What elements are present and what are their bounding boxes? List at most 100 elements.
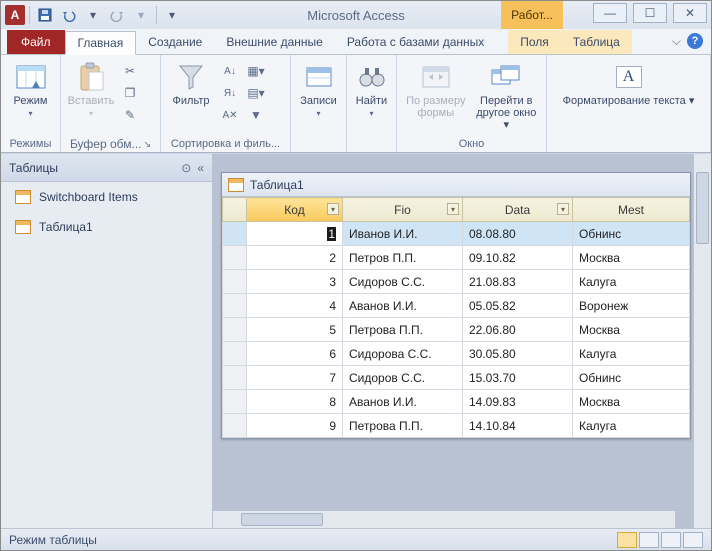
cell-id[interactable]: 3 xyxy=(247,270,343,294)
table-row[interactable]: 7Сидоров С.С.15.03.70Обнинс xyxy=(223,366,690,390)
design-view-shortcut[interactable] xyxy=(683,532,703,548)
tab-fields[interactable]: Поля xyxy=(508,30,561,54)
switch-windows-button[interactable]: Перейти в другое окно ▾ xyxy=(473,57,540,131)
paste-button[interactable]: Вставить ▾ xyxy=(67,57,115,118)
table-row[interactable]: 3Сидоров С.С.21.08.83Калуга xyxy=(223,270,690,294)
minimize-ribbon-icon[interactable]: ⌵ xyxy=(672,34,681,49)
table-row[interactable]: 9Петрова П.П.14.10.84Калуга xyxy=(223,414,690,438)
cell-mesto[interactable]: Москва xyxy=(573,246,690,270)
copy-icon[interactable]: ❐ xyxy=(119,83,141,103)
cell-fio[interactable]: Аванов И.И. xyxy=(343,390,463,414)
nav-item[interactable]: Таблица1 xyxy=(1,212,212,242)
cell-id[interactable]: 6 xyxy=(247,342,343,366)
cell-data[interactable]: 15.03.70 xyxy=(463,366,573,390)
cell-mesto[interactable]: Москва xyxy=(573,390,690,414)
format-painter-icon[interactable]: ✎ xyxy=(119,105,141,125)
cell-id[interactable]: 7 xyxy=(247,366,343,390)
select-all-corner[interactable] xyxy=(223,198,247,222)
filter-button[interactable]: Фильтр xyxy=(167,57,215,107)
cell-fio[interactable]: Петрова П.П. xyxy=(343,318,463,342)
cell-data[interactable]: 22.06.80 xyxy=(463,318,573,342)
chart-view-shortcut[interactable] xyxy=(661,532,681,548)
cell-mesto[interactable]: Калуга xyxy=(573,414,690,438)
table-row[interactable]: 2Петров П.П.09.10.82Москва xyxy=(223,246,690,270)
nav-filter-dropdown-icon[interactable]: ⊙ xyxy=(181,161,191,175)
column-dropdown-icon[interactable]: ▾ xyxy=(327,203,339,215)
cell-fio[interactable]: Сидоров С.С. xyxy=(343,366,463,390)
save-icon[interactable] xyxy=(34,4,56,26)
row-selector[interactable] xyxy=(223,246,247,270)
cell-id[interactable]: 5 xyxy=(247,318,343,342)
tab-external-data[interactable]: Внешние данные xyxy=(214,30,335,54)
selection-filter-icon[interactable]: ▦▾ xyxy=(245,61,267,81)
cell-data[interactable]: 09.10.82 xyxy=(463,246,573,270)
text-formatting-button[interactable]: A Форматирование текста ▾ xyxy=(553,57,704,107)
tab-table[interactable]: Таблица xyxy=(561,30,632,54)
row-selector[interactable] xyxy=(223,366,247,390)
cell-mesto[interactable]: Калуга xyxy=(573,270,690,294)
dropdown-icon[interactable]: ▾ xyxy=(82,4,104,26)
cell-fio[interactable]: Сидорова С.С. xyxy=(343,342,463,366)
cell-fio[interactable]: Петров П.П. xyxy=(343,246,463,270)
size-to-fit-button[interactable]: По размеру формы xyxy=(403,57,469,119)
tab-file[interactable]: Файл xyxy=(7,30,65,54)
horizontal-scrollbar[interactable] xyxy=(213,510,675,528)
undo-icon[interactable] xyxy=(58,4,80,26)
dialog-launcher-icon[interactable]: ↘ xyxy=(144,139,152,150)
cell-mesto[interactable]: Обнинс xyxy=(573,366,690,390)
cell-id[interactable]: 2 xyxy=(247,246,343,270)
column-dropdown-icon[interactable]: ▾ xyxy=(557,203,569,215)
cell-fio[interactable]: Аванов И.И. xyxy=(343,294,463,318)
cut-icon[interactable]: ✂ xyxy=(119,61,141,81)
row-selector[interactable] xyxy=(223,222,247,246)
column-dropdown-icon[interactable]: ▾ xyxy=(447,203,459,215)
column-header-fio[interactable]: Fio▾ xyxy=(343,198,463,222)
row-selector[interactable] xyxy=(223,390,247,414)
column-header-mesto[interactable]: Mest xyxy=(573,198,690,222)
find-button[interactable]: Найти ▾ xyxy=(353,57,390,118)
cell-id[interactable]: 1 xyxy=(247,222,343,246)
table-row[interactable]: 6Сидорова С.С.30.05.80Калуга xyxy=(223,342,690,366)
cell-mesto[interactable]: Обнинс xyxy=(573,222,690,246)
redo-icon[interactable] xyxy=(106,4,128,26)
nav-item[interactable]: Switchboard Items xyxy=(1,182,212,212)
subwindow-title-bar[interactable]: Таблица1 xyxy=(222,173,690,197)
cell-fio[interactable]: Иванов И.И. xyxy=(343,222,463,246)
tab-create[interactable]: Создание xyxy=(136,30,214,54)
cell-data[interactable]: 05.05.82 xyxy=(463,294,573,318)
minimize-button[interactable]: — xyxy=(593,3,627,23)
cell-data[interactable]: 14.09.83 xyxy=(463,390,573,414)
clear-sort-icon[interactable]: A✕ xyxy=(219,105,241,125)
datasheet-view-shortcut[interactable] xyxy=(617,532,637,548)
close-button[interactable]: ✕ xyxy=(673,3,707,23)
table-row[interactable]: 8Аванов И.И.14.09.83Москва xyxy=(223,390,690,414)
cell-mesto[interactable]: Калуга xyxy=(573,342,690,366)
column-header-data[interactable]: Data▾ xyxy=(463,198,573,222)
tab-database-tools[interactable]: Работа с базами данных xyxy=(335,30,496,54)
row-selector[interactable] xyxy=(223,342,247,366)
cell-data[interactable]: 21.08.83 xyxy=(463,270,573,294)
help-icon[interactable]: ? xyxy=(687,33,703,49)
cell-fio[interactable]: Петрова П.П. xyxy=(343,414,463,438)
cell-data[interactable]: 30.05.80 xyxy=(463,342,573,366)
nav-collapse-icon[interactable]: « xyxy=(197,161,204,175)
view-button[interactable]: Режим ▾ xyxy=(7,57,54,118)
records-button[interactable]: Записи ▾ xyxy=(297,57,340,118)
cell-mesto[interactable]: Воронеж xyxy=(573,294,690,318)
cell-fio[interactable]: Сидоров С.С. xyxy=(343,270,463,294)
row-selector[interactable] xyxy=(223,318,247,342)
row-selector[interactable] xyxy=(223,294,247,318)
tab-home[interactable]: Главная xyxy=(65,31,137,55)
table-row[interactable]: 5Петрова П.П.22.06.80Москва xyxy=(223,318,690,342)
maximize-button[interactable]: ☐ xyxy=(633,3,667,23)
advanced-filter-icon[interactable]: ▤▾ xyxy=(245,83,267,103)
cell-mesto[interactable]: Москва xyxy=(573,318,690,342)
dropdown-icon[interactable]: ▾ xyxy=(130,4,152,26)
cell-id[interactable]: 9 xyxy=(247,414,343,438)
column-header-id[interactable]: Код▾ xyxy=(247,198,343,222)
toggle-filter-icon[interactable]: ▼ xyxy=(245,105,267,125)
sort-desc-icon[interactable]: Я↓ xyxy=(219,83,241,103)
sort-asc-icon[interactable]: A↓ xyxy=(219,61,241,81)
pivot-view-shortcut[interactable] xyxy=(639,532,659,548)
access-app-icon[interactable] xyxy=(5,5,25,25)
